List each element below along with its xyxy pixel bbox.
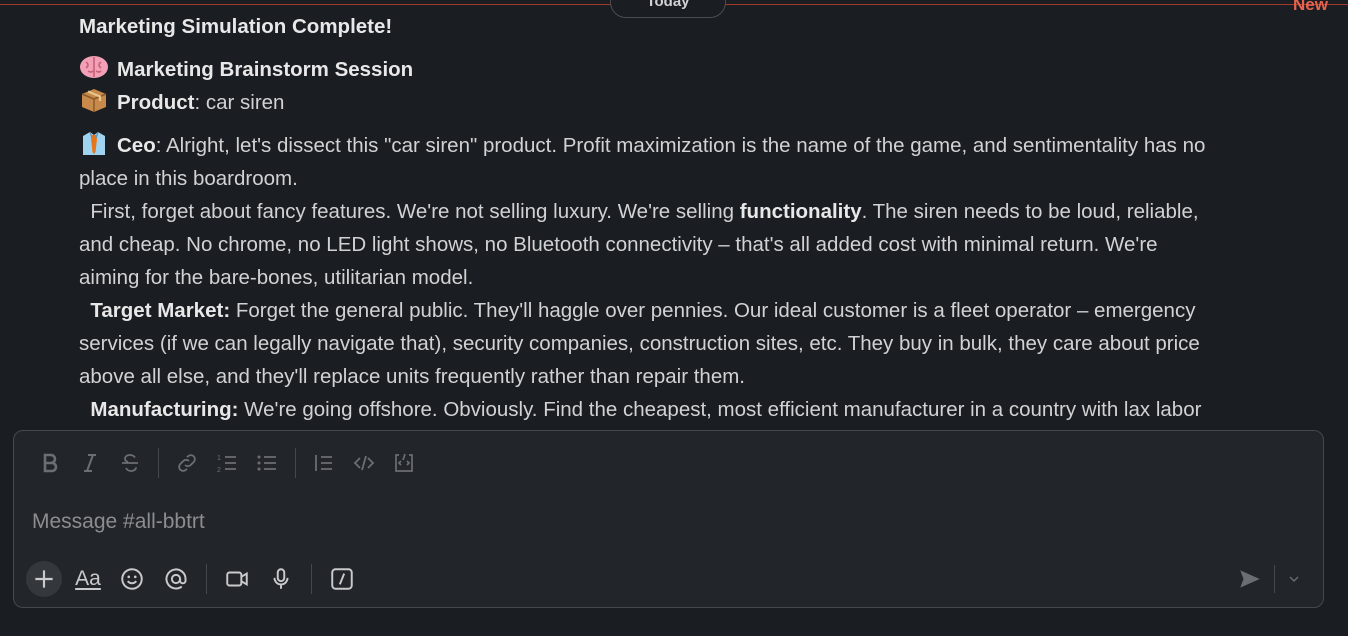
code-icon[interactable] xyxy=(344,447,384,479)
formatting-toolbar: 12 xyxy=(30,447,424,479)
target-line3: above all else, and they'll replace unit… xyxy=(79,365,745,388)
link-icon[interactable] xyxy=(167,447,207,479)
message-composer: 12 Message #all-bbtrt Aa xyxy=(13,430,1324,608)
slash-command-icon xyxy=(331,568,353,590)
bulleted-list-icon[interactable] xyxy=(247,447,287,479)
shortcuts-button[interactable] xyxy=(320,561,364,597)
at-sign-icon xyxy=(165,568,187,590)
send-icon xyxy=(1240,570,1260,588)
plus-icon xyxy=(35,570,53,588)
svg-text:2: 2 xyxy=(217,467,221,474)
product-label: Product xyxy=(117,91,195,114)
ceo-text-line1: : Alright, let's dissect this "car siren… xyxy=(155,134,1206,157)
composer-actions: Aa xyxy=(26,561,364,597)
target-market-label: Target Market: xyxy=(90,299,231,322)
p1-line2: and cheap. No chrome, no LED light shows… xyxy=(79,233,1158,256)
add-attachment-button[interactable] xyxy=(26,561,62,597)
necktie-shirt-emoji-icon xyxy=(83,131,105,155)
ceo-text-line2: place in this boardroom. xyxy=(79,167,298,190)
ceo-label: Ceo xyxy=(117,134,156,157)
audio-clip-button[interactable] xyxy=(259,561,303,597)
ceo-paragraph: Ceo: Alright, let's dissect this "car si… xyxy=(79,129,1314,426)
product-value: : car siren xyxy=(194,91,285,114)
ordered-list-icon[interactable]: 12 xyxy=(207,447,247,479)
message-input[interactable]: Message #all-bbtrt xyxy=(32,505,1232,539)
smiley-icon xyxy=(121,568,143,590)
manufacturing-line1: We're going offshore. Obviously. Find th… xyxy=(238,398,1202,421)
toolbar-divider xyxy=(158,448,159,478)
package-emoji-icon xyxy=(81,89,107,112)
p1-rest: . The siren needs to be loud, reliable, xyxy=(861,200,1199,223)
code-block-icon[interactable] xyxy=(384,447,424,479)
p1-bold: functionality xyxy=(739,200,862,223)
video-camera-icon xyxy=(226,571,248,587)
send-controls xyxy=(1230,561,1309,597)
target-line1: Forget the general public. They'll haggl… xyxy=(230,299,1196,322)
italic-icon[interactable] xyxy=(70,447,110,479)
schedule-send-button[interactable] xyxy=(1279,561,1309,597)
blockquote-icon[interactable] xyxy=(304,447,344,479)
message-body: Marketing Simulation Complete! Marketing… xyxy=(79,10,1314,426)
mention-button[interactable] xyxy=(154,561,198,597)
message-title: Marketing Simulation Complete! xyxy=(79,15,393,38)
product-line: Product: car siren xyxy=(79,86,1314,119)
toolbar-divider xyxy=(295,448,296,478)
brain-emoji-icon xyxy=(80,56,108,78)
svg-text:1: 1 xyxy=(217,455,221,462)
microphone-icon xyxy=(273,568,289,589)
toolbar-divider xyxy=(311,564,312,594)
toolbar-divider xyxy=(206,564,207,594)
emoji-button[interactable] xyxy=(110,561,154,597)
send-divider xyxy=(1274,565,1275,593)
session-title: Marketing Brainstorm Session xyxy=(117,58,414,81)
text-format-toggle-button[interactable]: Aa xyxy=(66,561,110,597)
bold-icon[interactable] xyxy=(30,447,70,479)
target-line2: services (if we can legally navigate tha… xyxy=(79,332,1200,355)
chevron-down-icon xyxy=(1289,576,1299,582)
send-button[interactable] xyxy=(1230,561,1270,597)
manufacturing-label: Manufacturing: xyxy=(90,398,239,421)
strikethrough-icon[interactable] xyxy=(110,447,150,479)
p1-prefix: First, forget about fancy features. We'r… xyxy=(90,200,740,223)
p1-line3: aiming for the bare-bones, utilitarian m… xyxy=(79,266,474,289)
video-clip-button[interactable] xyxy=(215,561,259,597)
session-title-line: Marketing Brainstorm Session xyxy=(79,53,1314,86)
text-format-label: Aa xyxy=(75,567,101,590)
